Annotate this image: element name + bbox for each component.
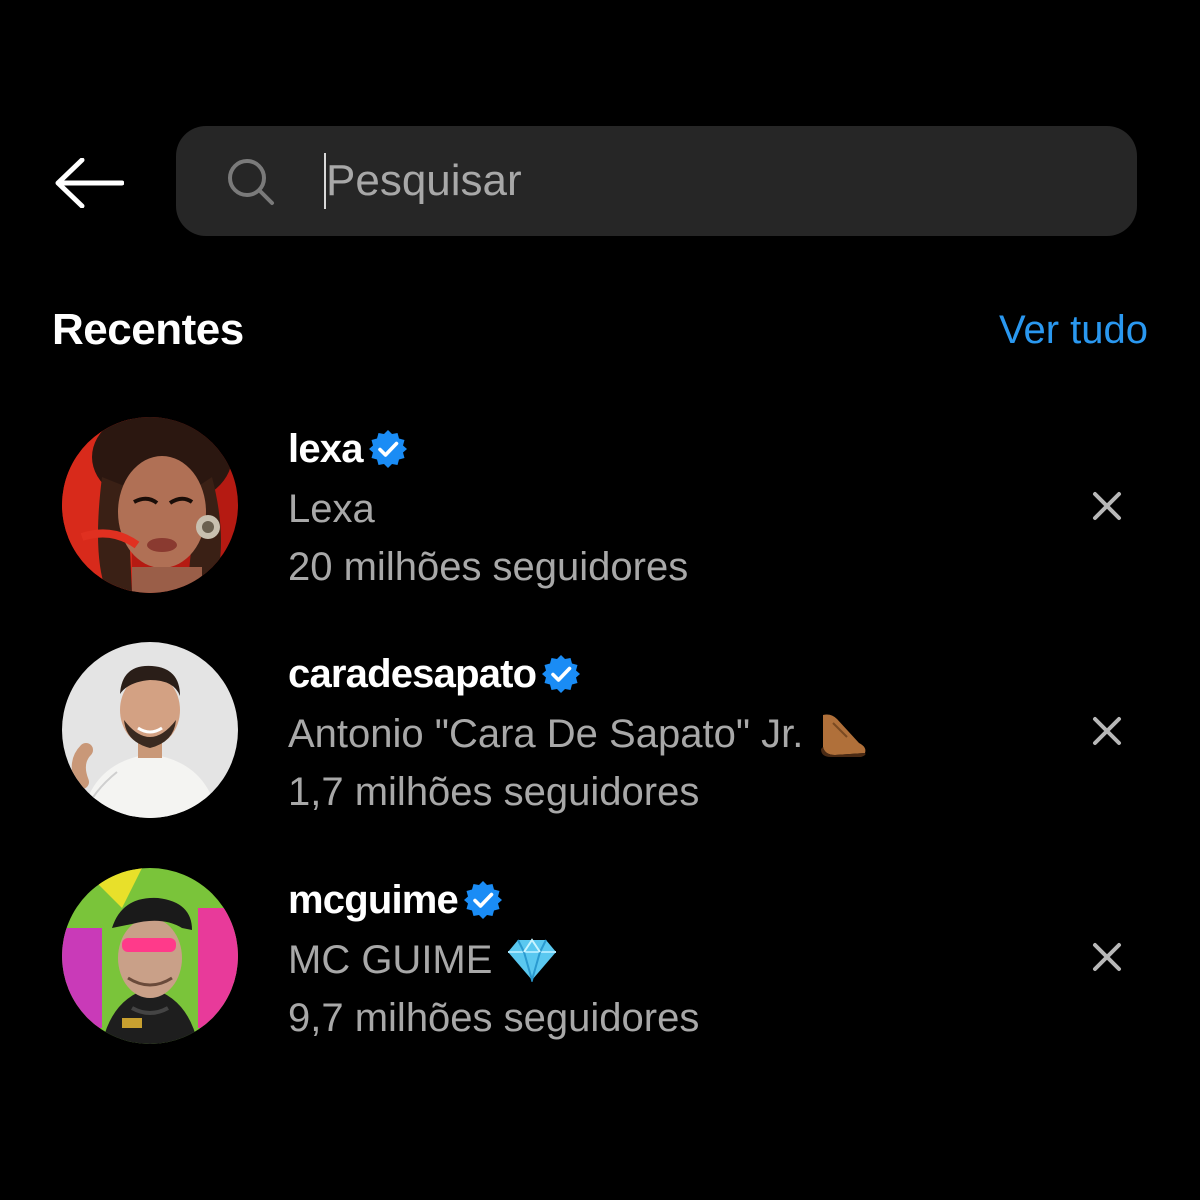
- search-input[interactable]: [322, 146, 1106, 216]
- close-icon: [1093, 492, 1121, 520]
- follower-count: 20 milhões seguidores: [288, 545, 689, 589]
- avatar[interactable]: [62, 868, 238, 1044]
- close-icon: [1093, 717, 1121, 745]
- close-icon: [1093, 943, 1121, 971]
- avatar[interactable]: [62, 642, 238, 818]
- recent-result-caradesapato[interactable]: caradesapato Antonio "Cara De Sapato" Jr…: [0, 642, 1200, 822]
- verified-badge-icon: [464, 881, 503, 919]
- search-icon: [228, 159, 274, 205]
- username: mcguime: [288, 877, 459, 922]
- full-name: Antonio "Cara De Sapato" Jr.: [288, 711, 804, 756]
- recent-result-lexa[interactable]: lexa Lexa 20 milhões seguidores: [0, 417, 1200, 597]
- username: caradesapato: [288, 651, 537, 696]
- full-name: Lexa: [288, 486, 375, 531]
- follower-count: 1,7 milhões seguidores: [288, 770, 700, 814]
- recent-section-title: Recentes: [52, 305, 244, 354]
- avatar[interactable]: [62, 417, 238, 593]
- username: lexa: [288, 426, 363, 471]
- follower-count: 9,7 milhões seguidores: [288, 996, 700, 1040]
- verified-badge-icon: [542, 655, 581, 693]
- gem-emoji-icon: [508, 938, 557, 982]
- search-bar[interactable]: [176, 126, 1137, 236]
- see-all-link[interactable]: Ver tudo: [999, 308, 1148, 353]
- full-name: MC GUIME: [288, 937, 493, 982]
- arrow-left-icon: [55, 158, 124, 208]
- recent-result-mcguime[interactable]: mcguime MC GUIME 9,7 milhões seguidores: [0, 868, 1200, 1048]
- remove-recent-button[interactable]: [1082, 706, 1132, 756]
- remove-recent-button[interactable]: [1082, 481, 1132, 531]
- back-button[interactable]: [48, 150, 128, 216]
- verified-badge-icon: [368, 430, 407, 468]
- remove-recent-button[interactable]: [1082, 932, 1132, 982]
- shoe-emoji-icon: [821, 714, 866, 757]
